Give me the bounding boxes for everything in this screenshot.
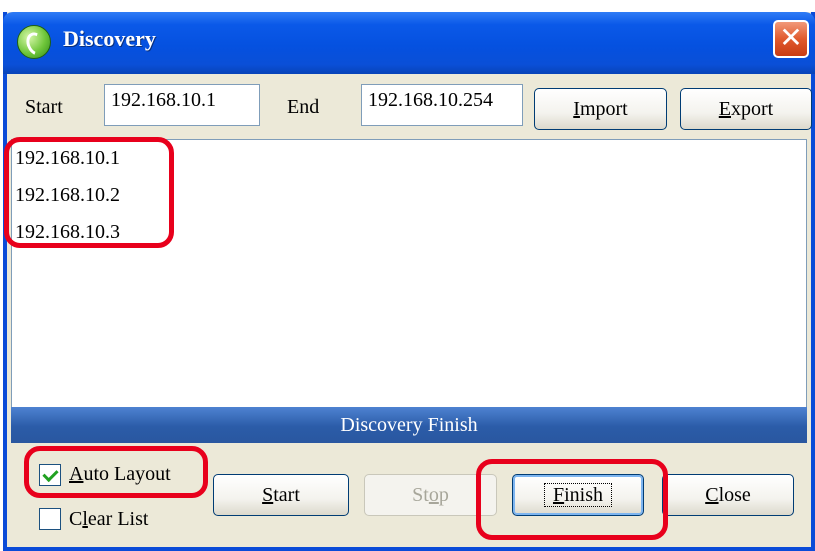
export-button[interactable]: Export: [680, 88, 812, 130]
title-bar[interactable]: Discovery ✕: [3, 12, 815, 74]
clear-list-checkbox[interactable]: [39, 508, 61, 530]
close-button[interactable]: Close: [662, 474, 794, 516]
start-ip-label: Start: [25, 96, 63, 118]
app-icon: [17, 25, 51, 59]
end-ip-input[interactable]: 192.168.10.254: [361, 84, 523, 126]
start-ip-input[interactable]: 192.168.10.1: [104, 84, 260, 126]
discovery-status-bar: Discovery Finish: [11, 407, 807, 443]
list-item[interactable]: 192.168.10.2: [15, 183, 120, 207]
window-title: Discovery: [63, 26, 156, 51]
list-item[interactable]: 192.168.10.1: [15, 146, 120, 170]
start-discovery-button[interactable]: Start: [213, 474, 349, 516]
discovered-device-list[interactable]: 192.168.10.1 192.168.10.2 192.168.10.3: [11, 139, 807, 411]
list-item[interactable]: 192.168.10.3: [15, 220, 120, 244]
clear-list-label[interactable]: Clear List: [69, 508, 148, 531]
import-button[interactable]: Import: [534, 88, 667, 130]
stop-button[interactable]: Stop: [364, 474, 497, 516]
auto-layout-label[interactable]: Auto Layout: [69, 463, 171, 486]
auto-layout-checkbox[interactable]: [39, 464, 61, 486]
close-window-button[interactable]: ✕: [773, 20, 809, 58]
discovery-dialog: Discovery ✕ Start 192.168.10.1 End 192.1…: [3, 12, 815, 551]
finish-button[interactable]: Finish: [512, 474, 644, 516]
end-ip-label: End: [287, 96, 320, 118]
